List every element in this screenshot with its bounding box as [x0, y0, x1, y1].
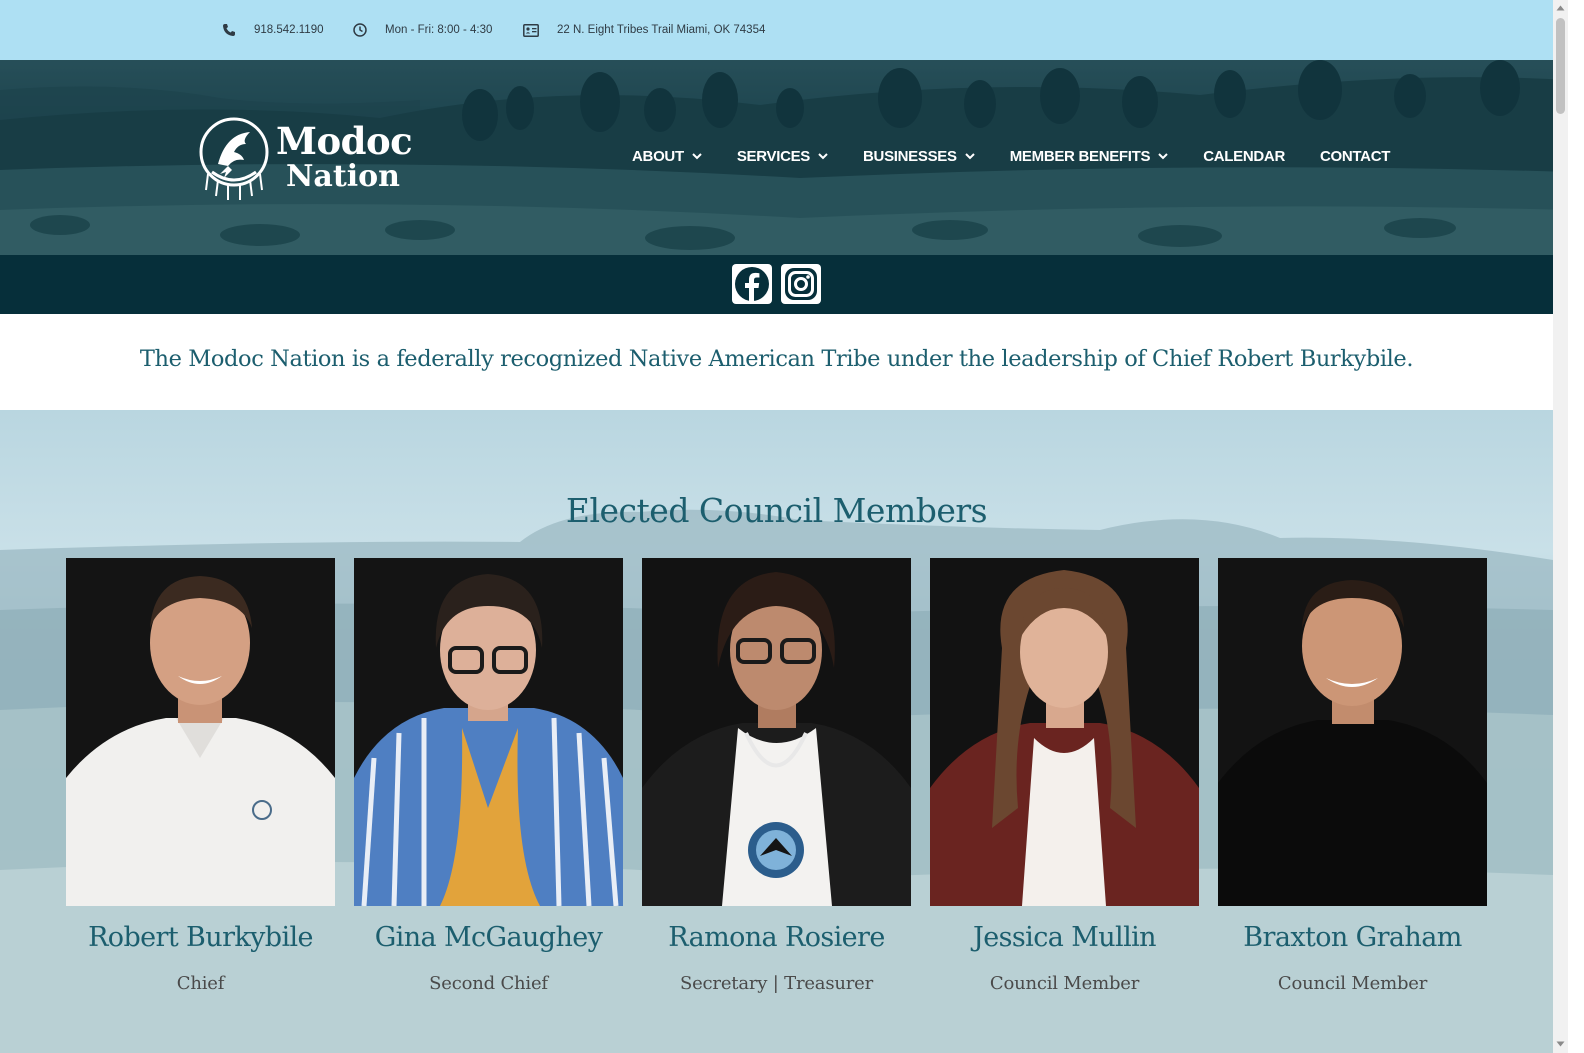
phone-icon: [223, 24, 235, 36]
scroll-down-arrow-icon[interactable]: [1556, 1040, 1565, 1048]
vertical-scrollbar[interactable]: [1553, 0, 1568, 1053]
instagram-icon: [785, 268, 817, 300]
clock-icon: [353, 23, 367, 37]
site-header: Modoc Nation ABOUT SERVICES BUSINESSES M…: [0, 60, 1568, 255]
member-name: Braxton Graham: [1243, 922, 1462, 953]
member-card[interactable]: [66, 558, 335, 906]
nav-services-label: SERVICES: [736, 148, 811, 165]
phone-number: 918.542.1190: [254, 24, 324, 36]
address-info: 22 N. Eight Tribes Trail Miami, OK 74354: [523, 0, 765, 60]
address-card-icon: [523, 23, 539, 37]
nav-contact[interactable]: CONTACT: [1320, 148, 1390, 165]
logo-wordmark: Modoc Nation: [276, 118, 413, 194]
member-photo: [1218, 558, 1487, 906]
nav-member-benefits[interactable]: MEMBER BENEFITS: [1010, 148, 1169, 165]
portrait-image: [930, 558, 1199, 906]
nav-about-label: ABOUT: [632, 148, 684, 165]
member-name: Gina McGaughey: [374, 922, 603, 953]
dreamcatcher-eagle-logo-icon: [199, 117, 269, 200]
scroll-up-arrow-icon[interactable]: [1556, 4, 1565, 12]
nav-businesses[interactable]: BUSINESSES: [863, 148, 975, 165]
member-role: Council Member: [989, 973, 1140, 994]
address-text: 22 N. Eight Tribes Trail Miami, OK 74354: [557, 24, 766, 36]
member-photo: [66, 558, 335, 906]
top-info-bar: 918.542.1190 Mon - Fri: 8:00 - 4:30 22 N…: [0, 0, 1568, 60]
portrait-image: [66, 558, 335, 906]
hours-info: Mon - Fri: 8:00 - 4:30: [353, 0, 492, 60]
member-role: Chief: [176, 973, 225, 994]
facebook-link[interactable]: [732, 264, 772, 304]
nav-calendar-label: CALENDAR: [1203, 148, 1285, 165]
phone-info[interactable]: 918.542.1190: [222, 0, 324, 60]
member-name: Jessica Mullin: [973, 922, 1156, 953]
chevron-down-icon: [692, 153, 702, 160]
member-role: Secretary | Treasurer: [679, 973, 874, 994]
member-card[interactable]: [930, 558, 1199, 906]
nav-about[interactable]: ABOUT: [632, 148, 702, 165]
member-role: Second Chief: [429, 973, 548, 994]
facebook-icon: [735, 267, 769, 301]
main-navigation: ABOUT SERVICES BUSINESSES MEMBER BENEFIT…: [632, 148, 1390, 165]
member-card[interactable]: [642, 558, 911, 906]
member-photo: [642, 558, 911, 906]
logo-line-1: Modoc: [276, 118, 413, 163]
member-name: Robert Burkybile: [88, 922, 313, 953]
member-card[interactable]: [354, 558, 623, 906]
scrollbar-thumb[interactable]: [1556, 18, 1565, 114]
member-card[interactable]: [1218, 558, 1487, 906]
portrait-image: [642, 558, 911, 906]
chevron-down-icon: [965, 153, 975, 160]
chevron-down-icon: [818, 153, 828, 160]
instagram-link[interactable]: [781, 264, 821, 304]
nav-businesses-label: BUSINESSES: [863, 148, 957, 165]
portrait-image: [354, 558, 623, 906]
site-logo[interactable]: Modoc Nation: [198, 114, 413, 200]
member-role: Council Member: [1277, 973, 1428, 994]
nav-calendar[interactable]: CALENDAR: [1203, 148, 1285, 165]
nav-contact-label: CONTACT: [1320, 148, 1391, 165]
tagline-text: The Modoc Nation is a federally recogniz…: [139, 346, 1414, 372]
chevron-down-icon: [1158, 153, 1168, 160]
office-hours: Mon - Fri: 8:00 - 4:30: [385, 24, 493, 36]
portrait-image: [1218, 558, 1487, 906]
member-name: Ramona Rosiere: [668, 922, 885, 953]
member-photo: [354, 558, 623, 906]
section-title: Elected Council Members: [565, 491, 988, 530]
member-photo: [930, 558, 1199, 906]
nav-services[interactable]: SERVICES: [737, 148, 828, 165]
nav-member-benefits-label: MEMBER BENEFITS: [1009, 148, 1151, 165]
logo-line-2: Nation: [286, 158, 400, 194]
